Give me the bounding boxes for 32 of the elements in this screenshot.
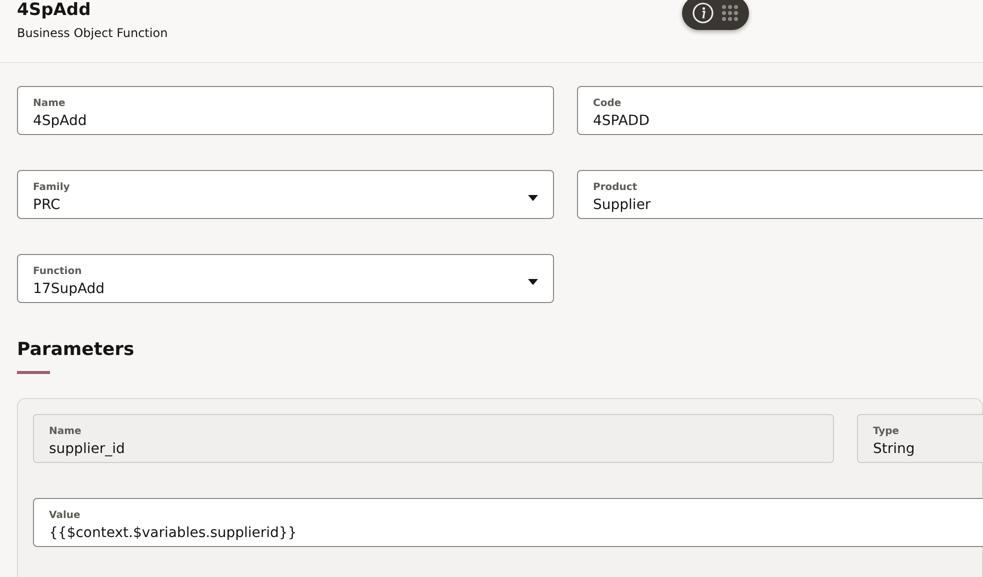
field-label: Function	[33, 265, 83, 279]
field-value: PRC	[33, 196, 62, 215]
field-label: Code	[593, 97, 622, 111]
field-value: supplier_id	[49, 440, 126, 459]
field-value: 4SpAdd	[33, 112, 88, 131]
field-label: Name	[33, 97, 66, 111]
input-field[interactable]: Code 4SPADD	[577, 86, 983, 135]
field-label: Name	[49, 425, 82, 439]
field-value: 4SPADD	[593, 112, 650, 131]
select-field[interactable]: Function 17SupAdd	[17, 254, 554, 303]
page-subtitle: Business Object Function	[17, 25, 169, 41]
input-field[interactable]: Product Supplier	[577, 170, 983, 219]
input-field[interactable]: Name 4SpAdd	[17, 86, 554, 135]
caret-down-icon	[528, 195, 538, 201]
field-value: {{$context.$variables.supplierid}}	[49, 524, 298, 543]
info-icon[interactable]	[692, 2, 714, 24]
input-field[interactable]: Name supplier_id	[33, 414, 834, 463]
page-title: 4SpAdd	[17, 0, 91, 21]
field-value: Supplier	[593, 196, 652, 215]
input-field[interactable]: Value {{$context.$variables.supplierid}}	[33, 498, 983, 547]
heading-underline	[17, 371, 50, 374]
field-label: Family	[33, 181, 71, 195]
field-label: Product	[593, 181, 638, 195]
field-value: 17SupAdd	[33, 280, 106, 299]
field-label: Value	[49, 509, 82, 523]
grid-icon[interactable]	[721, 4, 740, 22]
field-value: String	[873, 440, 916, 459]
input-field[interactable]: Type String	[857, 414, 983, 463]
select-field[interactable]: Family PRC	[17, 170, 554, 219]
section-heading: Parameters	[17, 338, 136, 362]
caret-down-icon	[528, 279, 538, 285]
field-label: Type	[873, 425, 900, 439]
